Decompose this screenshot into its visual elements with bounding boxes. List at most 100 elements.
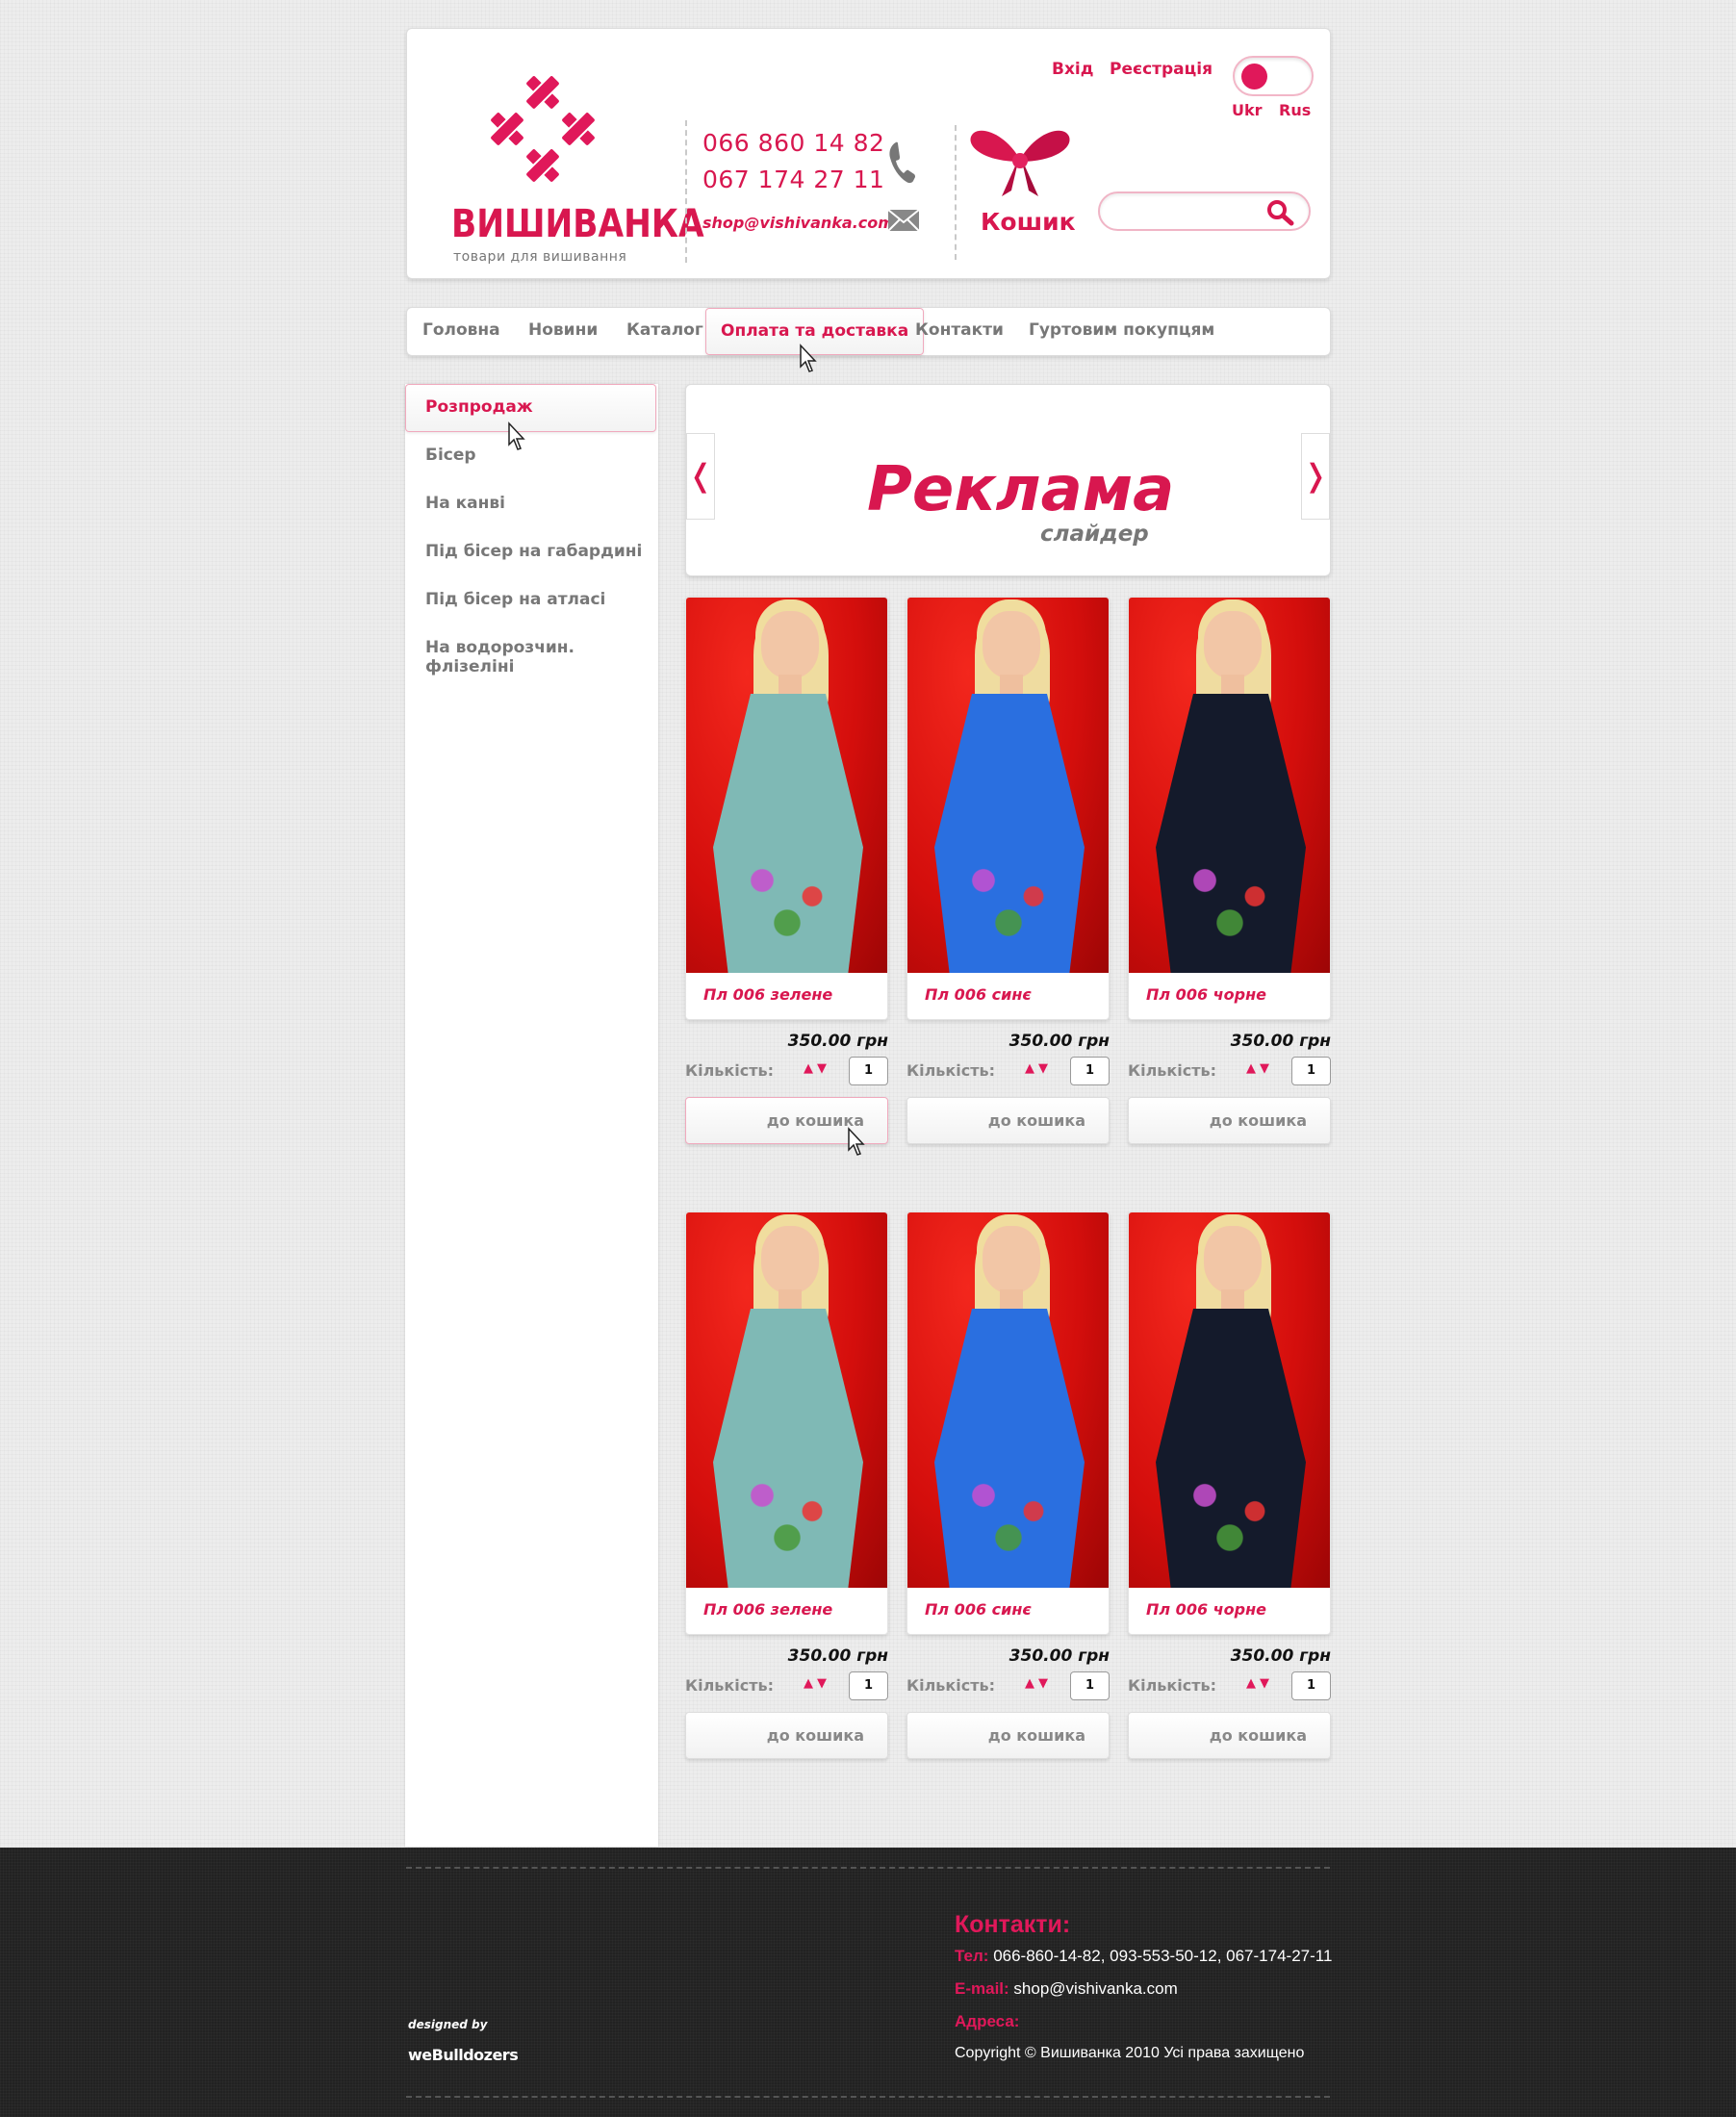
quantity-input[interactable]: 1: [1291, 1671, 1331, 1700]
arrow-up-icon[interactable]: ▲: [1246, 1676, 1260, 1691]
quantity-label: Кількість:: [1128, 1676, 1217, 1695]
add-to-cart-button[interactable]: до кошика: [1128, 1712, 1331, 1759]
quantity-stepper[interactable]: ▲▼: [804, 1676, 830, 1691]
main-menu: Головна Новини Каталог Оплата та доставк…: [406, 307, 1331, 356]
product-price: 350.00 грн: [1230, 1032, 1331, 1051]
sidebar-item-canvas[interactable]: На канві: [425, 494, 505, 513]
photo-face: [761, 1226, 819, 1293]
site-logo[interactable]: ВИШИВАНКА товари для вишивання: [451, 71, 704, 265]
sidebar-item-gabardine[interactable]: Під бісер на габардині: [425, 542, 642, 561]
menu-item-news[interactable]: Новини: [528, 320, 598, 340]
sidebar-item-soluble-fleece[interactable]: На водорозчин. флізеліні: [425, 638, 658, 676]
site-header: ВИШИВАНКА товари для вишивання 066 860 1…: [406, 28, 1331, 279]
slider-prev-button[interactable]: ❬: [686, 433, 715, 520]
arrow-down-icon[interactable]: ▼: [1038, 1061, 1052, 1076]
product-name[interactable]: Пл 006 чорне: [1146, 1600, 1266, 1619]
add-to-cart-button[interactable]: до кошика: [906, 1712, 1110, 1759]
footer-divider: [406, 1867, 1330, 1869]
mouse-cursor-icon: [848, 1127, 865, 1156]
slider-next-button[interactable]: ❭: [1301, 433, 1330, 520]
arrow-up-icon[interactable]: ▲: [1246, 1061, 1260, 1076]
menu-item-home[interactable]: Головна: [422, 320, 500, 340]
photo-face: [983, 611, 1040, 678]
product-name[interactable]: Пл 006 синє: [925, 985, 1032, 1004]
quantity-input[interactable]: 1: [1291, 1057, 1331, 1085]
quantity-stepper[interactable]: ▲▼: [1246, 1676, 1273, 1691]
menu-item-contacts[interactable]: Контакти: [915, 320, 1004, 340]
photo-embroidery: [725, 838, 850, 944]
arrow-up-icon[interactable]: ▲: [804, 1061, 817, 1076]
photo-embroidery: [725, 1453, 850, 1559]
arrow-up-icon[interactable]: ▲: [804, 1676, 817, 1691]
quantity-stepper[interactable]: ▲▼: [1025, 1061, 1052, 1076]
menu-item-wholesale[interactable]: Гуртовим покупцям: [1029, 320, 1214, 340]
quantity-stepper[interactable]: ▲▼: [1246, 1061, 1273, 1076]
product-tile[interactable]: Пл 006 синє: [906, 1212, 1110, 1635]
product-name[interactable]: Пл 006 зелене: [703, 985, 832, 1004]
login-link[interactable]: Вхід: [1052, 60, 1093, 79]
arrow-down-icon[interactable]: ▼: [1260, 1061, 1273, 1076]
cart-label: Кошик: [981, 208, 1076, 236]
add-to-cart-button[interactable]: до кошика: [906, 1097, 1110, 1144]
footer-address: Адреса:: [955, 2012, 1019, 2031]
ad-slider: ❬ Реклама слайдер ❭: [685, 384, 1331, 576]
sidebar-item-beads[interactable]: Бісер: [425, 446, 476, 465]
product-photo[interactable]: [686, 1212, 887, 1588]
quantity-label: Кількість:: [685, 1061, 775, 1080]
product-tile[interactable]: Пл 006 синє: [906, 597, 1110, 1020]
contact-email-link[interactable]: shop@vishivanka.com: [702, 214, 894, 232]
product-tile[interactable]: Пл 006 чорне: [1128, 1212, 1331, 1635]
arrow-down-icon[interactable]: ▼: [817, 1676, 830, 1691]
product-photo[interactable]: [907, 598, 1109, 973]
product-price: 350.00 грн: [787, 1646, 888, 1666]
product-photo[interactable]: [1129, 1212, 1330, 1588]
designer-logo[interactable]: weBulldozers: [408, 2046, 519, 2064]
product-name[interactable]: Пл 006 синє: [925, 1600, 1032, 1619]
language-toggle[interactable]: [1233, 56, 1314, 96]
arrow-up-icon[interactable]: ▲: [1025, 1061, 1038, 1076]
sidebar-item-satin[interactable]: Під бісер на атласі: [425, 590, 605, 609]
footer-phone-value: 066-860-14-82, 093-553-50-12, 067-174-27…: [993, 1947, 1333, 1965]
quantity-input[interactable]: 1: [1070, 1057, 1110, 1085]
quantity-input[interactable]: 1: [849, 1057, 888, 1085]
product-tile[interactable]: Пл 006 чорне: [1128, 597, 1331, 1020]
sidebar-item-sale[interactable]: Розпродаж: [405, 384, 656, 432]
product-photo[interactable]: [907, 1212, 1109, 1588]
photo-face: [1204, 611, 1262, 678]
add-to-cart-button[interactable]: до кошика: [1128, 1097, 1331, 1144]
lang-ukr[interactable]: Ukr: [1232, 101, 1263, 119]
quantity-stepper[interactable]: ▲▼: [804, 1061, 830, 1076]
search-box: [1098, 191, 1311, 231]
phone-number-2: 067 174 27 11: [702, 166, 885, 193]
search-icon[interactable]: [1265, 199, 1294, 226]
slider-title: Реклама: [867, 454, 1175, 525]
quantity-input[interactable]: 1: [849, 1671, 888, 1700]
phone-number-1: 066 860 14 82: [702, 129, 885, 157]
quantity-stepper[interactable]: ▲▼: [1025, 1676, 1052, 1691]
search-input[interactable]: [1110, 201, 1264, 222]
footer-email: E-mail: shop@vishivanka.com: [955, 1979, 1178, 1999]
arrow-down-icon[interactable]: ▼: [1038, 1676, 1052, 1691]
quantity-input[interactable]: 1: [1070, 1671, 1110, 1700]
footer-email-value[interactable]: shop@vishivanka.com: [1013, 1979, 1177, 1998]
arrow-up-icon[interactable]: ▲: [1025, 1676, 1038, 1691]
footer-phone: Тел: 066-860-14-82, 093-553-50-12, 067-1…: [955, 1947, 1332, 1966]
cart-link[interactable]: Кошик: [967, 123, 1076, 268]
product-name[interactable]: Пл 006 зелене: [703, 1600, 832, 1619]
logo-title: ВИШИВАНКА: [451, 202, 704, 246]
product-photo[interactable]: [1129, 598, 1330, 973]
product-name[interactable]: Пл 006 чорне: [1146, 985, 1266, 1004]
menu-item-catalog[interactable]: Каталог: [626, 320, 703, 340]
quantity-label: Кількість:: [906, 1676, 996, 1695]
product-tile[interactable]: Пл 006 зелене: [685, 1212, 888, 1635]
product-price: 350.00 грн: [787, 1032, 888, 1051]
register-link[interactable]: Реєстрація: [1110, 60, 1213, 79]
designed-by-label: designed by: [408, 2018, 488, 2031]
footer-phone-label: Тел:: [955, 1947, 989, 1965]
product-photo[interactable]: [686, 598, 887, 973]
product-tile[interactable]: Пл 006 зелене: [685, 597, 888, 1020]
arrow-down-icon[interactable]: ▼: [817, 1061, 830, 1076]
add-to-cart-button[interactable]: до кошика: [685, 1712, 888, 1759]
lang-rus[interactable]: Rus: [1279, 101, 1311, 119]
arrow-down-icon[interactable]: ▼: [1260, 1676, 1273, 1691]
